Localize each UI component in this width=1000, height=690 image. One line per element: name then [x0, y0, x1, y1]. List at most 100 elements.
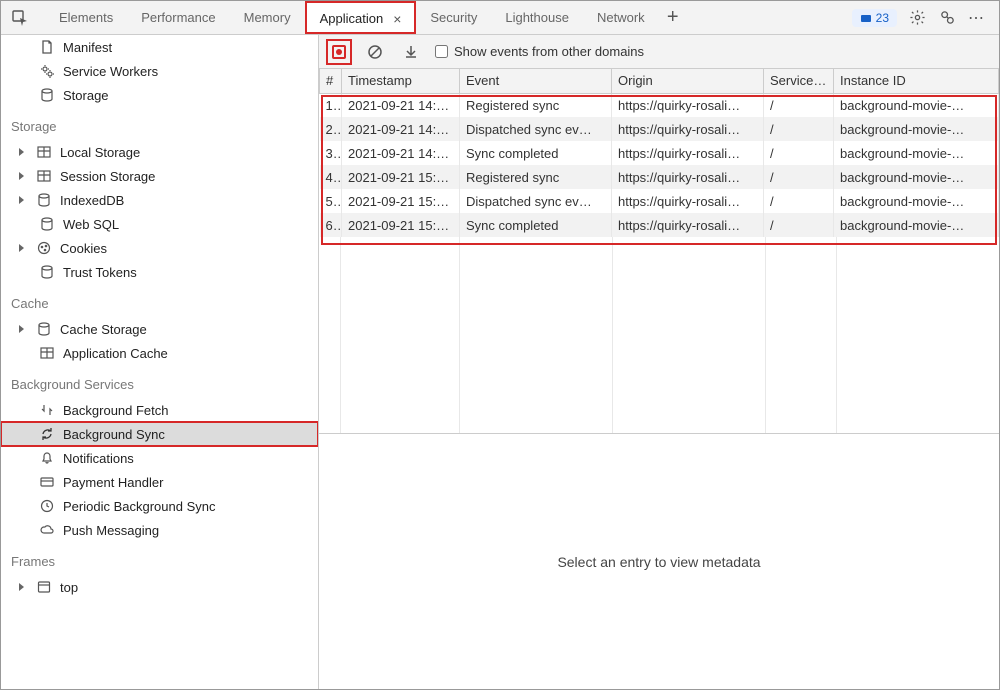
more-icon[interactable]: ⋯	[967, 8, 987, 28]
sidebar-item-manifest[interactable]: Manifest	[1, 35, 318, 59]
table-row[interactable]: 5.2021-09-21 15:…Dispatched sync ev…http…	[320, 189, 999, 213]
cell: 2021-09-21 14:…	[342, 141, 460, 165]
sidebar-item-label: Local Storage	[60, 145, 140, 160]
table-icon	[36, 168, 52, 184]
sidebar-item-notifications[interactable]: Notifications	[1, 446, 318, 470]
tab-security[interactable]: Security	[416, 1, 491, 34]
settings-icon[interactable]	[907, 8, 927, 28]
events-toolbar: Show events from other domains	[319, 35, 999, 69]
database-icon	[36, 192, 52, 208]
tab-network[interactable]: Network	[583, 1, 659, 34]
sidebar-item-label: IndexedDB	[60, 193, 124, 208]
cell: /	[764, 117, 834, 141]
cell: /	[764, 141, 834, 165]
col-service-worker[interactable]: Service …	[764, 69, 834, 93]
checkbox-input[interactable]	[435, 45, 448, 58]
sidebar-item-label: Background Sync	[63, 427, 165, 442]
inspect-element-button[interactable]	[7, 5, 33, 31]
sidebar-item-push-messaging[interactable]: Push Messaging	[1, 518, 318, 542]
col-origin[interactable]: Origin	[612, 69, 764, 93]
tab-memory[interactable]: Memory	[230, 1, 305, 34]
tab-label: Security	[430, 10, 477, 25]
events-table-empty-area	[319, 237, 999, 434]
tab-application[interactable]: Application ×	[305, 1, 417, 34]
col-number[interactable]: #	[320, 69, 342, 93]
col-event[interactable]: Event	[460, 69, 612, 93]
sidebar-item-trust-tokens[interactable]: Trust Tokens	[1, 260, 318, 284]
cell: 3.	[320, 141, 342, 165]
clear-button[interactable]	[363, 40, 387, 64]
sidebar-item-cache-storage[interactable]: Cache Storage	[1, 317, 318, 341]
record-button[interactable]	[327, 40, 351, 64]
panel-tabs: Elements Performance Memory Application …	[45, 1, 659, 34]
tab-lighthouse[interactable]: Lighthouse	[491, 1, 583, 34]
experiments-icon[interactable]	[937, 8, 957, 28]
expand-icon	[19, 148, 24, 156]
sidebar-item-label: Push Messaging	[63, 523, 159, 538]
cell: https://quirky-rosali…	[612, 165, 764, 189]
cell: 2021-09-21 15:…	[342, 165, 460, 189]
sidebar-item-indexeddb[interactable]: IndexedDB	[1, 188, 318, 212]
sidebar-item-background-fetch[interactable]: Background Fetch	[1, 398, 318, 422]
cell: background-movie-…	[834, 93, 999, 117]
sidebar-item-application-cache[interactable]: Application Cache	[1, 341, 318, 365]
tab-elements[interactable]: Elements	[45, 1, 127, 34]
cell: Sync completed	[460, 213, 612, 237]
sidebar-item-label: Payment Handler	[63, 475, 163, 490]
sidebar-item-local-storage[interactable]: Local Storage	[1, 140, 318, 164]
sidebar-item-payment-handler[interactable]: Payment Handler	[1, 470, 318, 494]
sidebar-item-periodic-sync[interactable]: Periodic Background Sync	[1, 494, 318, 518]
table-icon	[36, 144, 52, 160]
sidebar-item-label: Periodic Background Sync	[63, 499, 215, 514]
sidebar-item-label: Session Storage	[60, 169, 155, 184]
table-row[interactable]: 3.2021-09-21 14:…Sync completedhttps://q…	[320, 141, 999, 165]
col-timestamp[interactable]: Timestamp	[342, 69, 460, 93]
cell: 2021-09-21 14:…	[342, 93, 460, 117]
table-row[interactable]: 1.2021-09-21 14:…Registered synchttps://…	[320, 93, 999, 117]
tab-label: Performance	[141, 10, 215, 25]
cell: Registered sync	[460, 165, 612, 189]
application-sidebar[interactable]: Manifest Service Workers Storage Storage…	[1, 35, 319, 689]
sidebar-item-top-frame[interactable]: top	[1, 575, 318, 599]
more-tabs-button[interactable]: +	[659, 6, 687, 29]
sidebar-item-session-storage[interactable]: Session Storage	[1, 164, 318, 188]
tab-label: Elements	[59, 10, 113, 25]
sidebar-item-websql[interactable]: Web SQL	[1, 212, 318, 236]
tab-performance[interactable]: Performance	[127, 1, 229, 34]
table-row[interactable]: 6.2021-09-21 15:…Sync completedhttps://q…	[320, 213, 999, 237]
cell: https://quirky-rosali…	[612, 213, 764, 237]
background-sync-panel: Show events from other domains # Timesta…	[319, 35, 999, 689]
database-icon	[39, 216, 55, 232]
database-icon	[39, 87, 55, 103]
database-icon	[39, 264, 55, 280]
sidebar-item-storage[interactable]: Storage	[1, 83, 318, 107]
col-instance-id[interactable]: Instance ID	[834, 69, 999, 93]
cell: 2.	[320, 117, 342, 141]
database-icon	[36, 321, 52, 337]
group-storage: Storage	[1, 107, 318, 140]
sidebar-item-service-workers[interactable]: Service Workers	[1, 59, 318, 83]
cell: 5.	[320, 189, 342, 213]
bell-icon	[39, 450, 55, 466]
show-other-domains-checkbox[interactable]: Show events from other domains	[435, 44, 644, 59]
sidebar-item-label: Manifest	[63, 40, 112, 55]
cell: https://quirky-rosali…	[612, 141, 764, 165]
sidebar-item-background-sync[interactable]: Background Sync	[1, 422, 318, 446]
clock-icon	[39, 498, 55, 514]
expand-icon	[19, 244, 24, 252]
cell: background-movie-…	[834, 189, 999, 213]
save-button[interactable]	[399, 40, 423, 64]
sidebar-item-label: Cookies	[60, 241, 107, 256]
detail-placeholder: Select an entry to view metadata	[557, 554, 760, 570]
issues-badge[interactable]: 23	[852, 9, 897, 27]
table-row[interactable]: 4.2021-09-21 15:…Registered synchttps://…	[320, 165, 999, 189]
cell: 1.	[320, 93, 342, 117]
table-row[interactable]: 2.2021-09-21 14:…Dispatched sync ev…http…	[320, 117, 999, 141]
close-icon[interactable]: ×	[393, 11, 401, 27]
sidebar-item-cookies[interactable]: Cookies	[1, 236, 318, 260]
tab-label: Memory	[244, 10, 291, 25]
expand-icon	[19, 196, 24, 204]
window-icon	[36, 579, 52, 595]
sync-icon	[39, 426, 55, 442]
sidebar-item-label: Storage	[63, 88, 109, 103]
